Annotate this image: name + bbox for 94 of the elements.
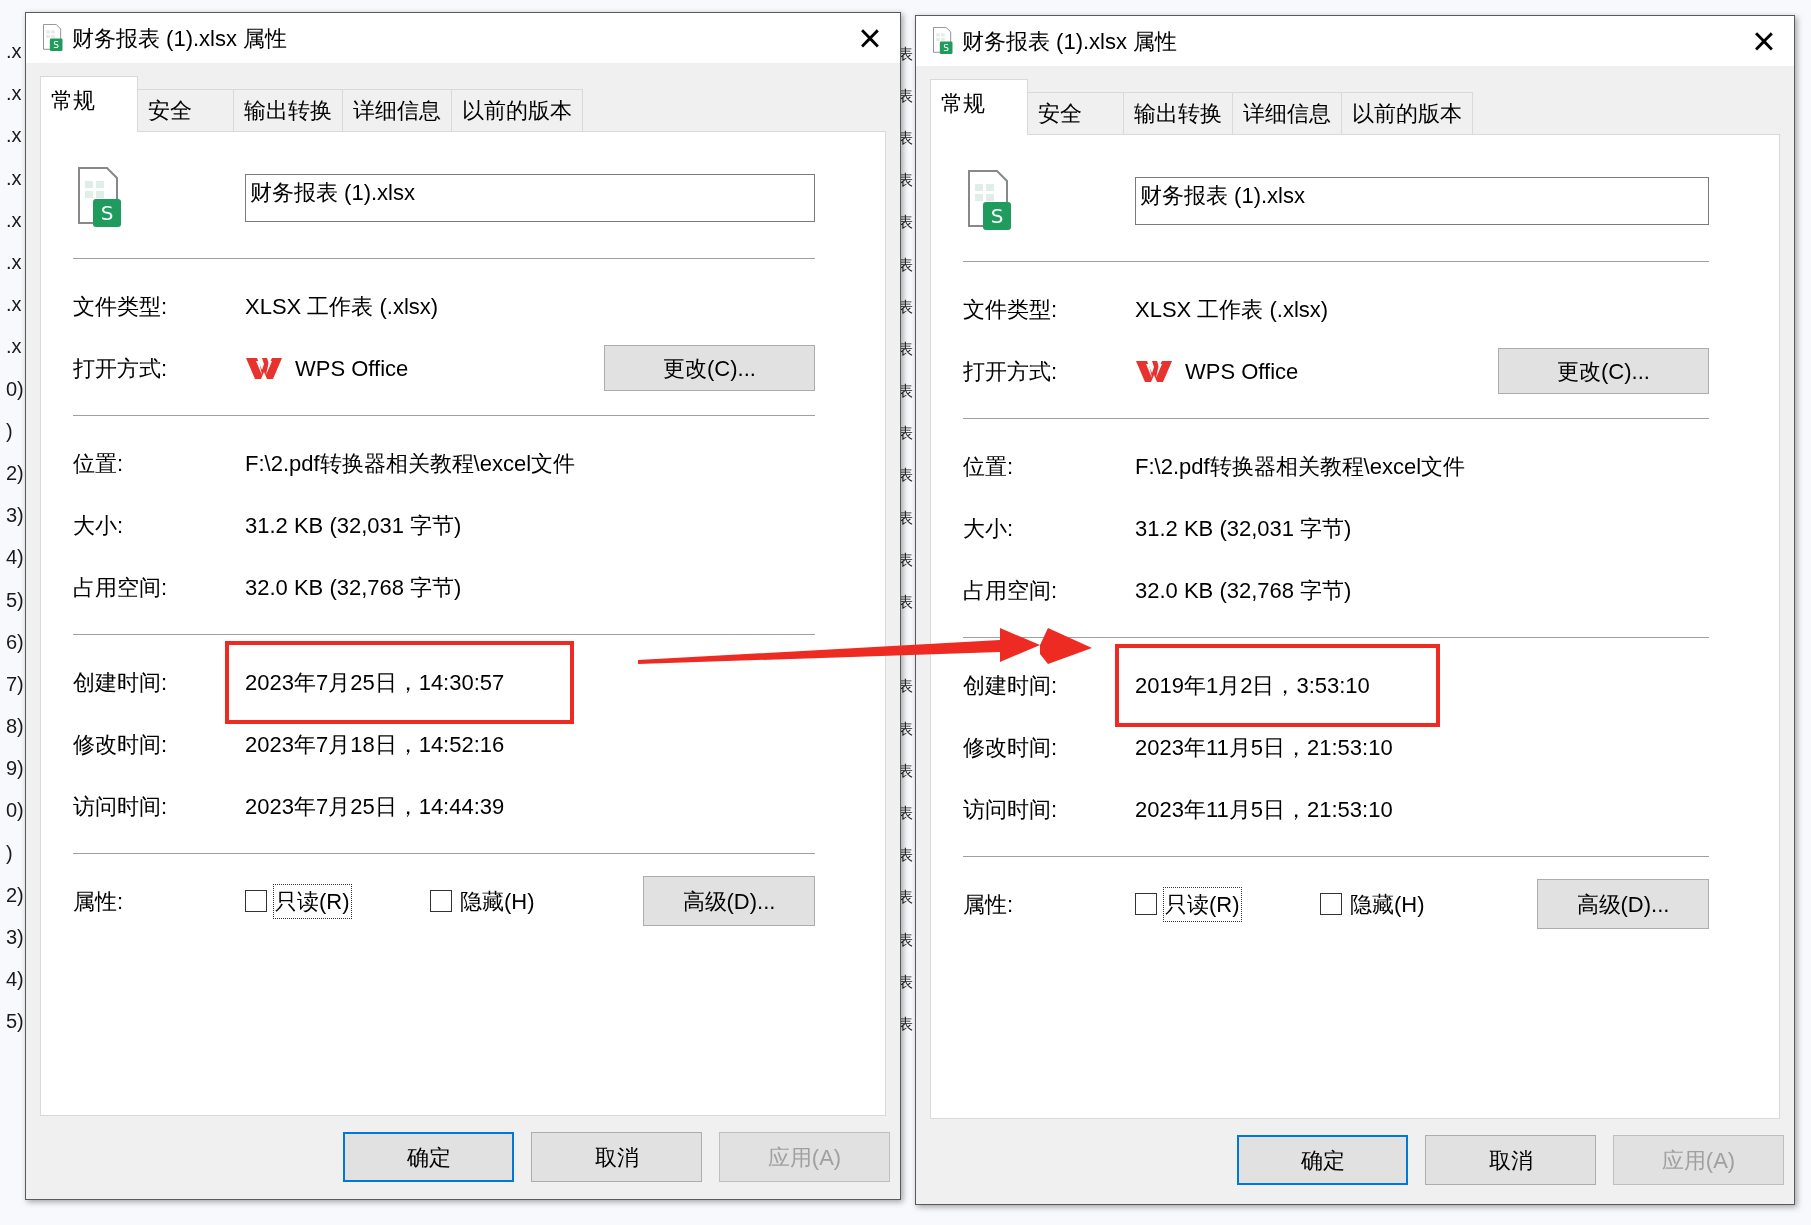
w-logo-icon bbox=[1135, 358, 1173, 384]
checkbox-label[interactable]: 隐藏(H) bbox=[458, 883, 537, 919]
field-label: 大小: bbox=[963, 514, 1015, 543]
field-label: 位置: bbox=[73, 449, 125, 478]
change-button[interactable]: 更改(C)... bbox=[1498, 348, 1709, 394]
field-label: 创建时间: bbox=[73, 668, 169, 697]
background-text: 9) bbox=[6, 756, 24, 782]
dialog-button[interactable]: 取消 bbox=[531, 1132, 702, 1182]
tab[interactable]: 详细信息 bbox=[343, 89, 452, 131]
field-value: 2023年7月25日，14:30:57 bbox=[245, 669, 505, 695]
field-value: 2023年7月18日，14:52:16 bbox=[245, 731, 505, 757]
field-label: 修改时间: bbox=[73, 730, 169, 759]
window-title: 财务报表 (1).xlsx 属性 bbox=[72, 24, 288, 53]
field-label: 创建时间: bbox=[963, 671, 1059, 700]
field-label: 打开方式: bbox=[73, 354, 169, 383]
field-value: F:\2.pdf转换器相关教程\excel文件 bbox=[245, 450, 576, 476]
close-button[interactable]: × bbox=[1744, 21, 1784, 61]
checkbox-label[interactable]: 只读(R) bbox=[273, 883, 352, 919]
tab[interactable]: 常规 bbox=[40, 76, 138, 132]
checkbox[interactable] bbox=[1320, 893, 1342, 915]
checkbox[interactable] bbox=[1135, 893, 1157, 915]
window-title: 财务报表 (1).xlsx 属性 bbox=[962, 27, 1178, 56]
background-text: 0) bbox=[6, 798, 24, 824]
background-text: .x bbox=[6, 165, 23, 191]
field-label: 访问时间: bbox=[963, 795, 1059, 824]
advanced-button[interactable]: 高级(D)... bbox=[1537, 879, 1709, 929]
background-text: .x bbox=[6, 250, 23, 276]
background-text: 3) bbox=[6, 925, 24, 951]
field-value: 31.2 KB (32,031 字节) bbox=[1135, 515, 1352, 541]
background-text: ) bbox=[6, 418, 14, 444]
field-value: 2019年1月2日，3:53:10 bbox=[1135, 672, 1370, 698]
field-value: F:\2.pdf转换器相关教程\excel文件 bbox=[1135, 453, 1466, 479]
dialog-button[interactable]: 确定 bbox=[343, 1132, 514, 1182]
field-label: 位置: bbox=[963, 452, 1015, 481]
field-label: 属性: bbox=[73, 887, 125, 916]
change-button[interactable]: 更改(C)... bbox=[604, 345, 815, 391]
field-label: 修改时间: bbox=[963, 733, 1059, 762]
field-label: 访问时间: bbox=[73, 792, 169, 821]
background-text: 6) bbox=[6, 629, 24, 655]
spreadsheet-file-icon: S bbox=[42, 24, 64, 52]
dialog-button[interactable]: 确定 bbox=[1237, 1135, 1408, 1185]
field-label: 属性: bbox=[963, 890, 1015, 919]
tab[interactable]: 安全 bbox=[138, 89, 234, 131]
field-label: 打开方式: bbox=[963, 357, 1059, 386]
field-value: 32.0 KB (32,768 字节) bbox=[245, 574, 462, 600]
dialog-button[interactable]: 取消 bbox=[1425, 1135, 1596, 1185]
background-text: .x bbox=[6, 292, 23, 318]
tab[interactable]: 以前的版本 bbox=[1342, 92, 1473, 134]
field-value: 32.0 KB (32,768 字节) bbox=[1135, 577, 1352, 603]
background-text: 3) bbox=[6, 503, 24, 529]
checkbox[interactable] bbox=[430, 890, 452, 912]
close-button[interactable]: × bbox=[850, 18, 890, 58]
background-text: 0) bbox=[6, 376, 24, 402]
background-text: .x bbox=[6, 81, 23, 107]
background-text: .x bbox=[6, 334, 23, 360]
field-value: 2023年11月5日，21:53:10 bbox=[1135, 796, 1393, 822]
tab[interactable]: 安全 bbox=[1028, 92, 1124, 134]
file-name-field[interactable]: 财务报表 (1).xlsx bbox=[245, 174, 815, 222]
file-name-field[interactable]: 财务报表 (1).xlsx bbox=[1135, 177, 1709, 225]
tab[interactable]: 输出转换 bbox=[1124, 92, 1233, 134]
background-text: 7) bbox=[6, 671, 24, 697]
field-label: 占用空间: bbox=[73, 573, 169, 602]
field-label: 大小: bbox=[73, 511, 125, 540]
checkbox[interactable] bbox=[245, 890, 267, 912]
tab[interactable]: 以前的版本 bbox=[452, 89, 583, 131]
checkbox-label[interactable]: 只读(R) bbox=[1163, 886, 1242, 922]
field-label: 占用空间: bbox=[963, 576, 1059, 605]
tab[interactable]: 输出转换 bbox=[234, 89, 343, 131]
background-text: 5) bbox=[6, 1009, 24, 1035]
background-text: 2) bbox=[6, 460, 24, 486]
background-text: 4) bbox=[6, 967, 24, 993]
app-name: WPS Office bbox=[295, 354, 409, 383]
spreadsheet-file-icon: S bbox=[932, 27, 954, 55]
field-value: 2023年7月25日，14:44:39 bbox=[245, 793, 505, 819]
field-label: 文件类型: bbox=[963, 295, 1059, 324]
background-text: 8) bbox=[6, 714, 24, 740]
app-name: WPS Office bbox=[1185, 357, 1299, 386]
tab[interactable]: 详细信息 bbox=[1233, 92, 1342, 134]
background-text: .x bbox=[6, 39, 23, 65]
background-text: 5) bbox=[6, 587, 24, 613]
background-text: .x bbox=[6, 207, 23, 233]
checkbox-label[interactable]: 隐藏(H) bbox=[1348, 886, 1427, 922]
field-value: XLSX 工作表 (.xlsx) bbox=[245, 293, 439, 319]
background-text: 4) bbox=[6, 545, 24, 571]
field-value: 2023年11月5日，21:53:10 bbox=[1135, 734, 1393, 760]
background-text: 2) bbox=[6, 882, 24, 908]
w-logo-icon bbox=[245, 355, 283, 381]
advanced-button[interactable]: 高级(D)... bbox=[643, 876, 815, 926]
field-value: 31.2 KB (32,031 字节) bbox=[245, 512, 462, 538]
background-text: ) bbox=[6, 840, 14, 866]
field-value: XLSX 工作表 (.xlsx) bbox=[1135, 296, 1329, 322]
tab[interactable]: 常规 bbox=[930, 79, 1028, 135]
field-label: 文件类型: bbox=[73, 292, 169, 321]
background-text: .x bbox=[6, 123, 23, 149]
